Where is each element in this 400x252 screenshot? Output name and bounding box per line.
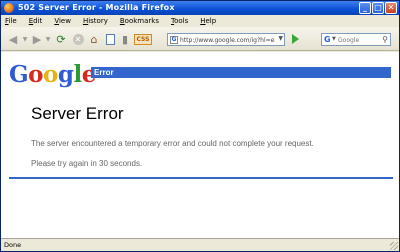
css-icon[interactable]: CSS: [132, 31, 154, 47]
status-bar: Done: [1, 238, 399, 251]
menu-bar: File Edit View History Bookmarks Tools H…: [1, 15, 399, 27]
stop-icon[interactable]: ✕: [71, 31, 85, 47]
retry-message: Please try again in 30 seconds.: [31, 159, 143, 168]
maximize-button[interactable]: □: [372, 2, 384, 14]
firefox-icon: [4, 3, 14, 13]
bookmark-icon[interactable]: [104, 31, 116, 47]
menu-view[interactable]: View: [54, 17, 71, 25]
search-icon[interactable]: ⚲: [382, 35, 388, 44]
navigation-toolbar: ◀ ▼ ▶ ▼ ⟳ ✕ ⌂ ▮ CSS G ▼ G ▼ ⚲: [1, 27, 399, 51]
menu-help[interactable]: Help: [200, 17, 216, 25]
divider: [9, 177, 393, 179]
menu-file[interactable]: File: [5, 17, 17, 25]
site-favicon: G: [170, 36, 178, 44]
back-icon[interactable]: ◀: [4, 31, 22, 47]
menu-bookmarks[interactable]: Bookmarks: [120, 17, 159, 25]
status-text: Done: [4, 241, 22, 249]
bookmarks-sidebar-icon[interactable]: ▮: [119, 31, 131, 47]
search-input[interactable]: [338, 35, 378, 45]
search-engine-dropdown-icon[interactable]: ▼: [332, 36, 336, 42]
menu-history[interactable]: History: [83, 17, 108, 25]
google-logo[interactable]: Google: [9, 62, 96, 88]
window-title: 502 Server Error - Mozilla Firefox: [18, 3, 175, 12]
go-icon[interactable]: [289, 31, 301, 47]
home-icon[interactable]: ⌂: [87, 31, 101, 47]
title-bar: 502 Server Error - Mozilla Firefox _ □ ✕: [1, 1, 399, 15]
reload-icon[interactable]: ⟳: [54, 31, 68, 47]
page-title: Server Error: [31, 104, 124, 123]
minimize-button[interactable]: _: [359, 2, 371, 14]
browser-window: 502 Server Error - Mozilla Firefox _ □ ✕…: [0, 0, 400, 252]
page-content: Google Error Server Error The server enc…: [1, 52, 399, 238]
url-input[interactable]: [180, 35, 275, 45]
menu-tools[interactable]: Tools: [171, 17, 188, 25]
forward-icon[interactable]: ▶: [29, 31, 45, 47]
search-box[interactable]: G ▼ ⚲: [321, 33, 391, 46]
close-button[interactable]: ✕: [385, 2, 397, 14]
search-engine-icon[interactable]: G: [324, 35, 331, 44]
error-message: The server encountered a temporary error…: [31, 139, 314, 148]
menu-edit[interactable]: Edit: [29, 17, 43, 25]
url-dropdown-icon[interactable]: ▼: [278, 35, 283, 42]
resize-grip-icon[interactable]: [390, 242, 398, 250]
error-header-bar: Error: [91, 67, 391, 78]
forward-dropdown-icon[interactable]: ▼: [45, 31, 51, 47]
back-dropdown-icon[interactable]: ▼: [22, 31, 28, 47]
address-bar[interactable]: G ▼: [167, 33, 285, 46]
